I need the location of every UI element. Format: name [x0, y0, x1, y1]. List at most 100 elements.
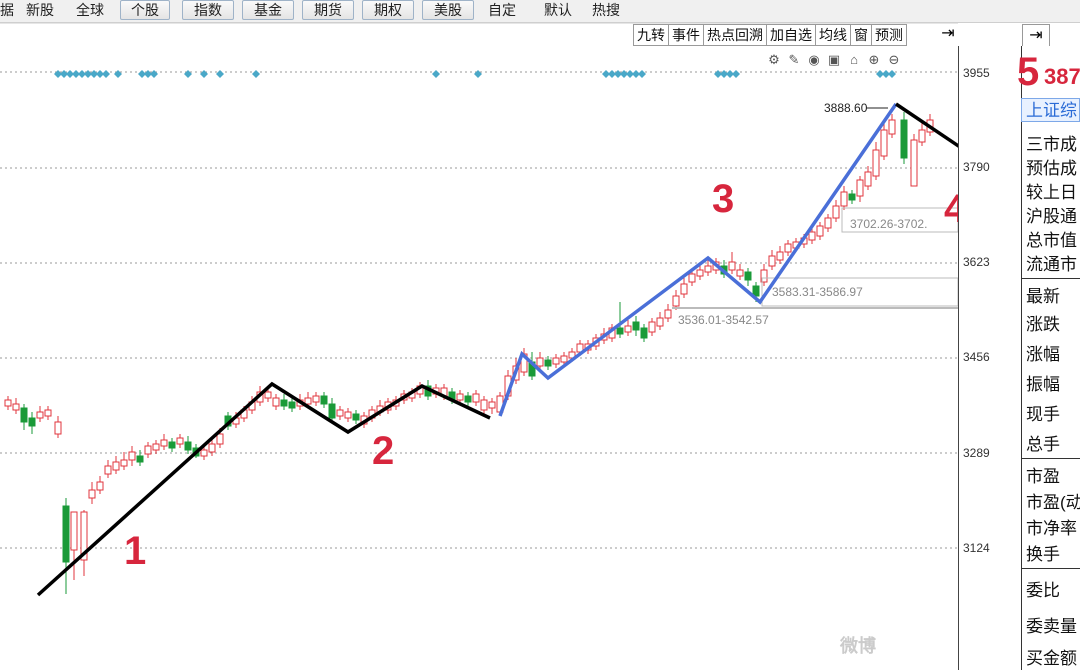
price-label: 3790	[963, 160, 990, 174]
candle-body	[144, 445, 152, 455]
toolbar-add-watchlist-button[interactable]: 加自选	[766, 24, 816, 46]
candle-body	[688, 273, 696, 283]
candle-body	[112, 461, 120, 471]
tab-hot-search[interactable]: 热搜	[592, 0, 620, 20]
tab-global[interactable]: 全球	[76, 0, 104, 20]
event-marker-icon	[474, 70, 482, 78]
candle-body	[264, 391, 272, 399]
candle-body	[704, 265, 712, 273]
range-label: 3702.26-3702.	[850, 217, 927, 231]
candle-body	[216, 433, 224, 445]
row-bid-ratio: 委比	[1026, 581, 1060, 600]
row-estimated-volume: 预估成	[1026, 159, 1077, 178]
candle-body	[768, 255, 776, 267]
toolbar-event-button[interactable]: 事件	[668, 24, 704, 46]
candle-body	[320, 395, 328, 405]
candle-body	[272, 397, 280, 407]
range-label: 3536.01-3542.57	[678, 313, 769, 327]
tab-futures[interactable]: 期货	[302, 0, 354, 20]
row-total-hand: 总手	[1026, 435, 1060, 454]
candle-body	[104, 465, 112, 475]
row-pb: 市净率	[1026, 519, 1077, 538]
candle-body	[128, 451, 136, 461]
toolbar-nine-turn-button[interactable]: 九转	[633, 24, 669, 46]
candle-body	[624, 325, 632, 333]
price-axis: 3955 3790 3623 3456 3289 3124	[958, 46, 1021, 670]
candle-body	[44, 409, 52, 417]
row-vs-previous-day: 较上日	[1026, 183, 1077, 202]
tab-us-stock[interactable]: 美股	[422, 0, 474, 20]
pin-right-icon[interactable]: ⇥	[938, 24, 958, 44]
candle-body	[880, 129, 888, 157]
event-marker-icon	[184, 70, 192, 78]
wave-label-5: 5	[1017, 50, 1040, 94]
event-marker-icon	[638, 70, 646, 78]
candle-body	[200, 449, 208, 457]
index-name-header[interactable]: 上证综	[1021, 98, 1080, 122]
event-marker-icon	[888, 70, 896, 78]
row-shanghai-connect: 沪股通	[1026, 207, 1077, 226]
candle-body	[776, 251, 784, 261]
candle-body	[728, 261, 736, 271]
candle-body	[96, 481, 104, 491]
tab-stock[interactable]: 个股	[120, 0, 170, 20]
price-label: 3623	[963, 255, 990, 269]
candle-body	[176, 437, 184, 445]
candle-body	[160, 439, 168, 447]
candle-body	[824, 217, 832, 229]
price-label: 3289	[963, 446, 990, 460]
wave-line-black	[36, 381, 491, 597]
candle-body	[480, 399, 488, 411]
candle-body	[88, 489, 96, 499]
candle-body	[536, 357, 544, 367]
candle-body	[560, 355, 568, 363]
tab-custom[interactable]: 自定	[488, 0, 516, 20]
row-total-market-value: 总市值	[1026, 231, 1077, 250]
candle-body	[872, 149, 880, 177]
toolbar-window-button[interactable]: 窗	[850, 24, 872, 46]
tab-index[interactable]: 指数	[182, 0, 234, 20]
range-label: 3583.31-3586.97	[772, 285, 863, 299]
candle-body	[918, 129, 926, 143]
candle-body	[864, 171, 872, 187]
candle-body	[456, 393, 464, 401]
wave-label-4: 4	[944, 187, 958, 231]
candle-body	[152, 443, 160, 451]
partial-price-label: 387	[1044, 64, 1080, 89]
candle-body	[808, 231, 816, 241]
candlestick-chart[interactable]: 3702.26-3702. 3583.31-3586.973536.01-3542…	[0, 46, 958, 670]
pin-right-icon[interactable]: ⇥	[1022, 24, 1050, 48]
tab-new-stock[interactable]: 新股	[26, 0, 54, 20]
candle-body	[640, 327, 648, 339]
candle-body	[680, 283, 688, 295]
row-change-percent: 涨幅	[1026, 345, 1060, 364]
candle-body	[336, 409, 344, 417]
event-marker-icon	[432, 70, 440, 78]
candle-body	[840, 191, 848, 207]
candle-body	[736, 269, 744, 277]
tab-fund[interactable]: 基金	[242, 0, 294, 20]
toolbar-ma-button[interactable]: 均线	[815, 24, 851, 46]
event-marker-icon	[216, 70, 224, 78]
tab-ju[interactable]: 据	[0, 0, 14, 20]
candle-body	[744, 271, 752, 281]
candle-body	[856, 179, 864, 197]
price-label: 3124	[963, 541, 990, 555]
candle-body	[664, 309, 672, 319]
candle-body	[464, 395, 472, 403]
chart-toolbar: 九转 事件 热点回溯 加自选 均线 窗 预测	[633, 24, 907, 46]
tab-default[interactable]: 默认	[544, 0, 572, 20]
candle-body	[344, 411, 352, 419]
divider	[1022, 458, 1080, 459]
toolbar-forecast-button[interactable]: 预测	[871, 24, 907, 46]
candle-body	[752, 285, 760, 297]
candle-body	[910, 139, 918, 187]
high-price-label: 3888.60	[824, 101, 868, 115]
row-turnover: 换手	[1026, 545, 1060, 564]
toolbar-hotspot-review-button[interactable]: 热点回溯	[703, 24, 767, 46]
candle-body	[168, 441, 176, 449]
candle-body	[888, 119, 896, 135]
tab-options[interactable]: 期权	[362, 0, 414, 20]
row-current-hand: 现手	[1026, 405, 1060, 424]
row-latest: 最新	[1026, 287, 1060, 306]
